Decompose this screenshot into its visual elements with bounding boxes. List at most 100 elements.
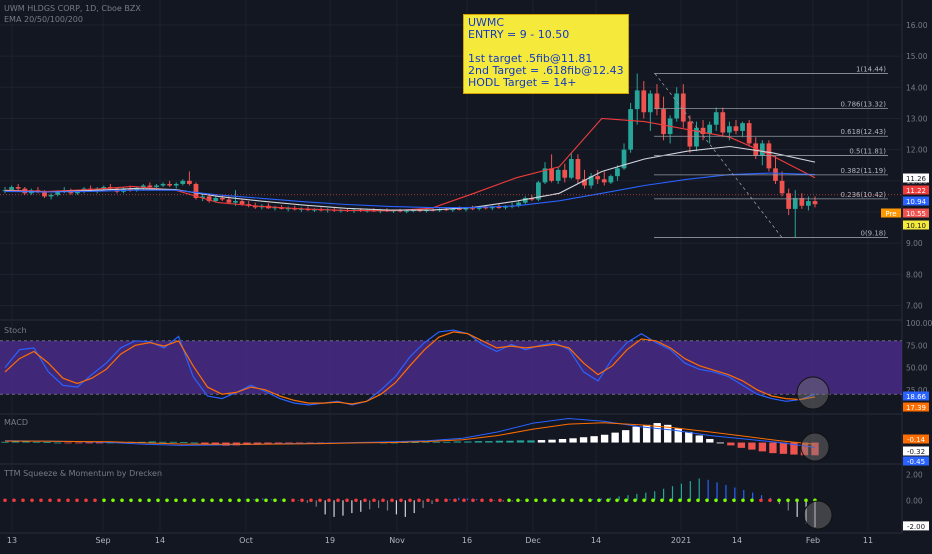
- price-tick-label: 15.00: [906, 52, 928, 61]
- candle-body: [661, 109, 666, 135]
- macd-hist-bar: [148, 441, 156, 443]
- squeeze-dot: [480, 498, 484, 503]
- macd-hist-bar: [558, 439, 567, 443]
- candle-body: [226, 199, 232, 203]
- squeeze-dot: [399, 498, 403, 503]
- x-tick-label: Oct: [239, 536, 253, 545]
- candle-body: [713, 112, 719, 125]
- squeeze-dot: [102, 498, 106, 503]
- squeeze-dot: [309, 498, 313, 503]
- squeeze-dot: [30, 498, 34, 503]
- squeeze-dot: [723, 498, 727, 503]
- squeeze-tick-label: 0.00: [906, 496, 923, 505]
- macd-hist-bar: [22, 441, 30, 443]
- x-tick-label: 13: [7, 536, 17, 545]
- price-badge: 11.26: [906, 175, 927, 183]
- x-tick-label: 14: [732, 536, 742, 545]
- squeeze-dot: [408, 498, 412, 503]
- stoch-tick-label: 100.00: [906, 319, 932, 328]
- x-tick-label: 2021: [671, 536, 691, 545]
- macd-hist-bar: [716, 442, 725, 444]
- stoch-tick-label: 75.00: [906, 341, 928, 350]
- candle-body: [812, 201, 818, 205]
- x-tick-label: 14: [591, 536, 601, 545]
- candle-body: [180, 180, 186, 184]
- candle-body: [147, 185, 153, 188]
- x-tick-label: 16: [462, 536, 472, 545]
- candle-body: [740, 123, 745, 131]
- squeeze-dot: [84, 498, 88, 503]
- x-tick-label: Sep: [95, 536, 110, 545]
- squeeze-dot: [525, 498, 529, 503]
- price-badge: 11.22: [906, 187, 926, 195]
- macd-badge: -0.14: [907, 436, 926, 444]
- squeeze-dot: [507, 498, 511, 503]
- candle-body: [549, 168, 554, 181]
- macd-hist-bar: [706, 439, 714, 443]
- candle-body: [568, 159, 574, 178]
- x-tick-label: 11: [863, 536, 873, 545]
- squeeze-dot: [255, 498, 259, 503]
- squeeze-dot: [732, 498, 736, 503]
- squeeze-dot: [642, 498, 646, 503]
- squeeze-dot: [624, 498, 628, 503]
- candle-body: [733, 126, 739, 131]
- macd-hist-bar: [1, 441, 9, 443]
- candle-body: [160, 183, 166, 186]
- macd-hist-bar: [159, 441, 167, 443]
- candle-body: [154, 185, 159, 188]
- squeeze-dot: [777, 498, 781, 503]
- squeeze-dot: [759, 498, 763, 503]
- squeeze-dot: [282, 498, 286, 503]
- macd-hist-bar: [527, 440, 535, 443]
- macd-hist-bar: [453, 441, 462, 443]
- macd-hist-bar: [74, 442, 83, 444]
- squeeze-dot: [453, 498, 457, 503]
- candle-body: [9, 187, 14, 191]
- squeeze-dot: [372, 498, 376, 503]
- candle-body: [615, 168, 620, 177]
- squeeze-dot: [300, 498, 304, 503]
- squeeze-dot: [111, 498, 115, 503]
- annotation-line-2: ENTRY = 9 - 10.50: [468, 28, 570, 41]
- squeeze-dot: [561, 498, 565, 503]
- macd-badge: -0.32: [907, 448, 925, 456]
- price-badge: 10.10: [906, 222, 926, 230]
- macd-hist-bar: [506, 440, 514, 443]
- squeeze-dot: [804, 498, 808, 503]
- squeeze-highlight-circle: [803, 500, 833, 530]
- candle-body: [707, 124, 713, 135]
- macd-hist-bar: [727, 442, 735, 446]
- stoch-tick-label: 50.00: [906, 364, 928, 373]
- trade-annotation-box[interactable]: UWMC ENTRY = 9 - 10.50 1st target .5fib@…: [463, 14, 629, 94]
- candle-body: [806, 201, 811, 206]
- squeeze-dot: [291, 498, 295, 503]
- squeeze-dot: [597, 498, 601, 503]
- macd-hist-bar: [685, 431, 693, 443]
- candle-body: [15, 187, 21, 189]
- macd-line: [4, 417, 816, 448]
- squeeze-dot: [381, 498, 385, 503]
- squeeze-dot: [579, 498, 583, 503]
- macd-hist-bar: [85, 442, 93, 444]
- price-tick-label: 14.00: [906, 83, 928, 92]
- price-badge: 10.94: [906, 198, 927, 206]
- squeeze-badge: -2.00: [907, 523, 925, 531]
- fib-level-label: 0.5(11.81): [849, 148, 886, 156]
- squeeze-dot: [273, 498, 277, 503]
- candle-body: [674, 93, 680, 119]
- stoch-band: [0, 340, 902, 395]
- x-tick-label: Feb: [806, 536, 820, 545]
- fib-level-label: 0.786(13.32): [840, 100, 886, 108]
- stoch-panel-title: Stoch: [4, 326, 27, 335]
- squeeze-dot: [228, 498, 232, 503]
- squeeze-dot: [741, 498, 745, 503]
- squeeze-dot: [174, 498, 178, 503]
- squeeze-dot: [93, 498, 97, 503]
- squeeze-dot: [75, 498, 79, 503]
- macd-hist-bar: [190, 442, 199, 444]
- price-tick-label: 7.00: [906, 302, 923, 311]
- candle-body: [628, 109, 633, 150]
- fib-level-label: 0(9.18): [860, 230, 886, 238]
- candle-body: [746, 123, 752, 144]
